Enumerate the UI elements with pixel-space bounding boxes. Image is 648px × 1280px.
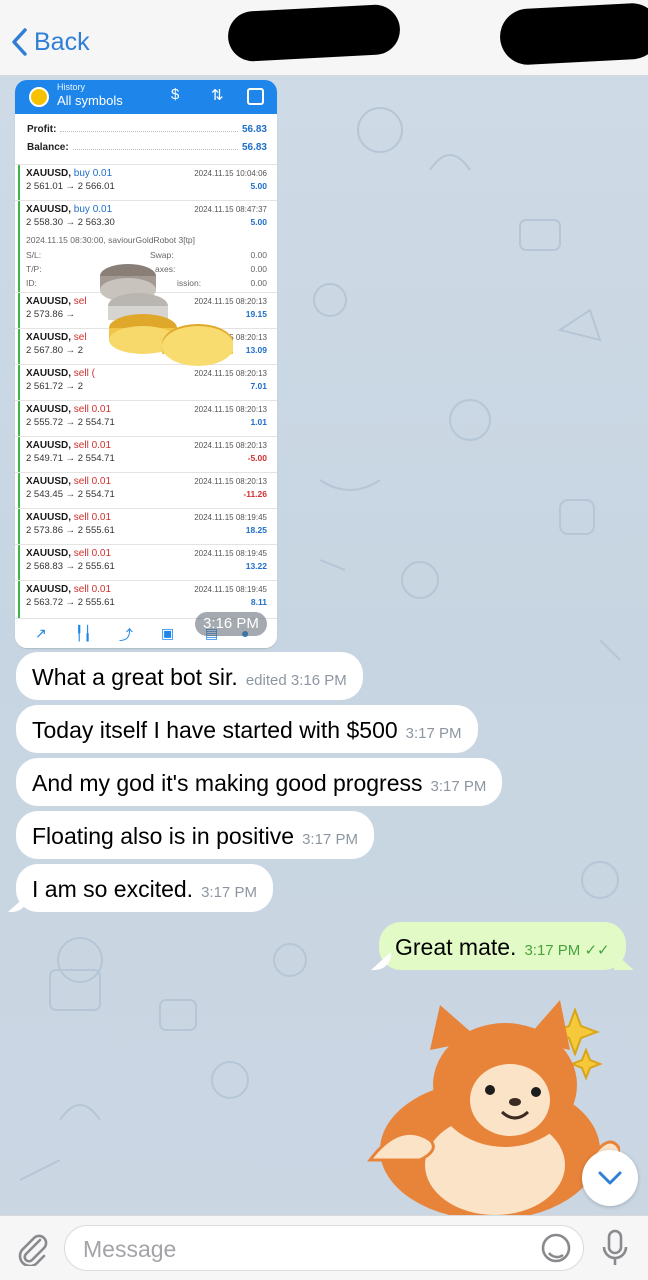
back-label: Back (34, 27, 90, 56)
microphone-icon[interactable] (600, 1228, 630, 1268)
inbox-icon: ▣ (161, 625, 175, 641)
message-text: And my god it's making good progress (32, 770, 423, 796)
read-check-icon: ✓✓ (584, 942, 610, 959)
balance-value: 56.83 (241, 141, 267, 153)
trade-row: XAUUSD, sell 0.01 2 543.45 → 2 554.71 20… (15, 472, 277, 508)
trade-row: XAUUSD, buy 0.01 2 561.01 → 2 566.01 202… (15, 164, 277, 200)
top-bar: Back (0, 0, 648, 76)
trade-row: XAUUSD, sell 0.01 2 568.83 → 2 555.61 20… (15, 544, 277, 580)
candles-icon: ╿╽ (75, 625, 92, 641)
message-text: Great mate. (395, 934, 517, 960)
message-text: What a great bot sir. (32, 664, 238, 690)
composer-bar (0, 1215, 648, 1280)
incoming-message[interactable]: Today itself I have started with $500 3:1… (16, 705, 478, 753)
trade-row: XAUUSD, sell 0.01 2 555.72 → 2 554.71 20… (15, 400, 277, 436)
app-logo-icon (29, 87, 49, 107)
message-time: 3:17 PM (302, 831, 358, 848)
message-text: Today itself I have started with $500 (32, 717, 398, 743)
trade-row: XAUUSD, sell 0.01 2 573.86 → 2 555.61 20… (15, 508, 277, 544)
balance-label: Balance: (27, 141, 69, 153)
message-time: edited 3:16 PM (245, 672, 347, 689)
summary: Profit: 56.83 Balance: 56.83 (15, 118, 277, 160)
chevron-down-icon (598, 1171, 622, 1185)
header-title: All symbols (57, 93, 123, 108)
redaction-mark (226, 3, 402, 63)
chart-icon: ⤴ (119, 627, 133, 643)
trading-history-screenshot[interactable]: History All symbols $ ⇅ Profit: 56.83 Ba… (15, 80, 277, 648)
message-time: 3:17 PM (430, 778, 487, 795)
message-time: 3:17 PM ✓✓ (524, 942, 610, 959)
sticker-icon[interactable] (539, 1231, 573, 1265)
coin-stack-sticker (100, 264, 233, 366)
redaction-mark (498, 1, 648, 67)
profit-label: Profit: (27, 123, 57, 135)
message-text: I am so excited. (32, 876, 194, 902)
message-time: 3:17 PM (405, 725, 462, 742)
back-button[interactable]: Back (10, 24, 90, 60)
scroll-down-button[interactable] (582, 1150, 638, 1206)
balance-row: Balance: 56.83 (27, 140, 267, 154)
message-text: Floating also is in positive (32, 823, 295, 849)
sort-icon: ⇅ (211, 87, 224, 104)
message-field[interactable] (64, 1225, 584, 1271)
incoming-message[interactable]: And my god it's making good progress 3:17… (16, 758, 503, 806)
outgoing-message[interactable]: Great mate. 3:17 PM ✓✓ (379, 922, 626, 970)
incoming-message[interactable]: I am so excited. 3:17 PM (16, 864, 273, 912)
message-input[interactable] (83, 1232, 523, 1266)
profit-value: 56.83 (241, 123, 267, 135)
header-subtitle: History (57, 82, 86, 92)
profit-row: Profit: 56.83 (27, 122, 267, 136)
paperclip-icon[interactable] (14, 1230, 50, 1266)
chevron-left-icon (12, 28, 27, 56)
dollar-icon: $ (171, 86, 180, 103)
message-time: 3:17 PM (201, 884, 257, 901)
trade-icon: ↗ (35, 625, 47, 641)
cat-sticker[interactable] (350, 990, 620, 1220)
image-timestamp: 3:16 PM (195, 612, 267, 636)
incoming-message[interactable]: Floating also is in positive 3:17 PM (16, 811, 374, 859)
trade-row: XAUUSD, sell 0.01 2 549.71 → 2 554.71 20… (15, 436, 277, 472)
incoming-message[interactable]: What a great bot sir. edited 3:16 PM (16, 652, 363, 700)
app-header: History All symbols $ ⇅ (15, 80, 277, 114)
calendar-icon (247, 88, 264, 105)
